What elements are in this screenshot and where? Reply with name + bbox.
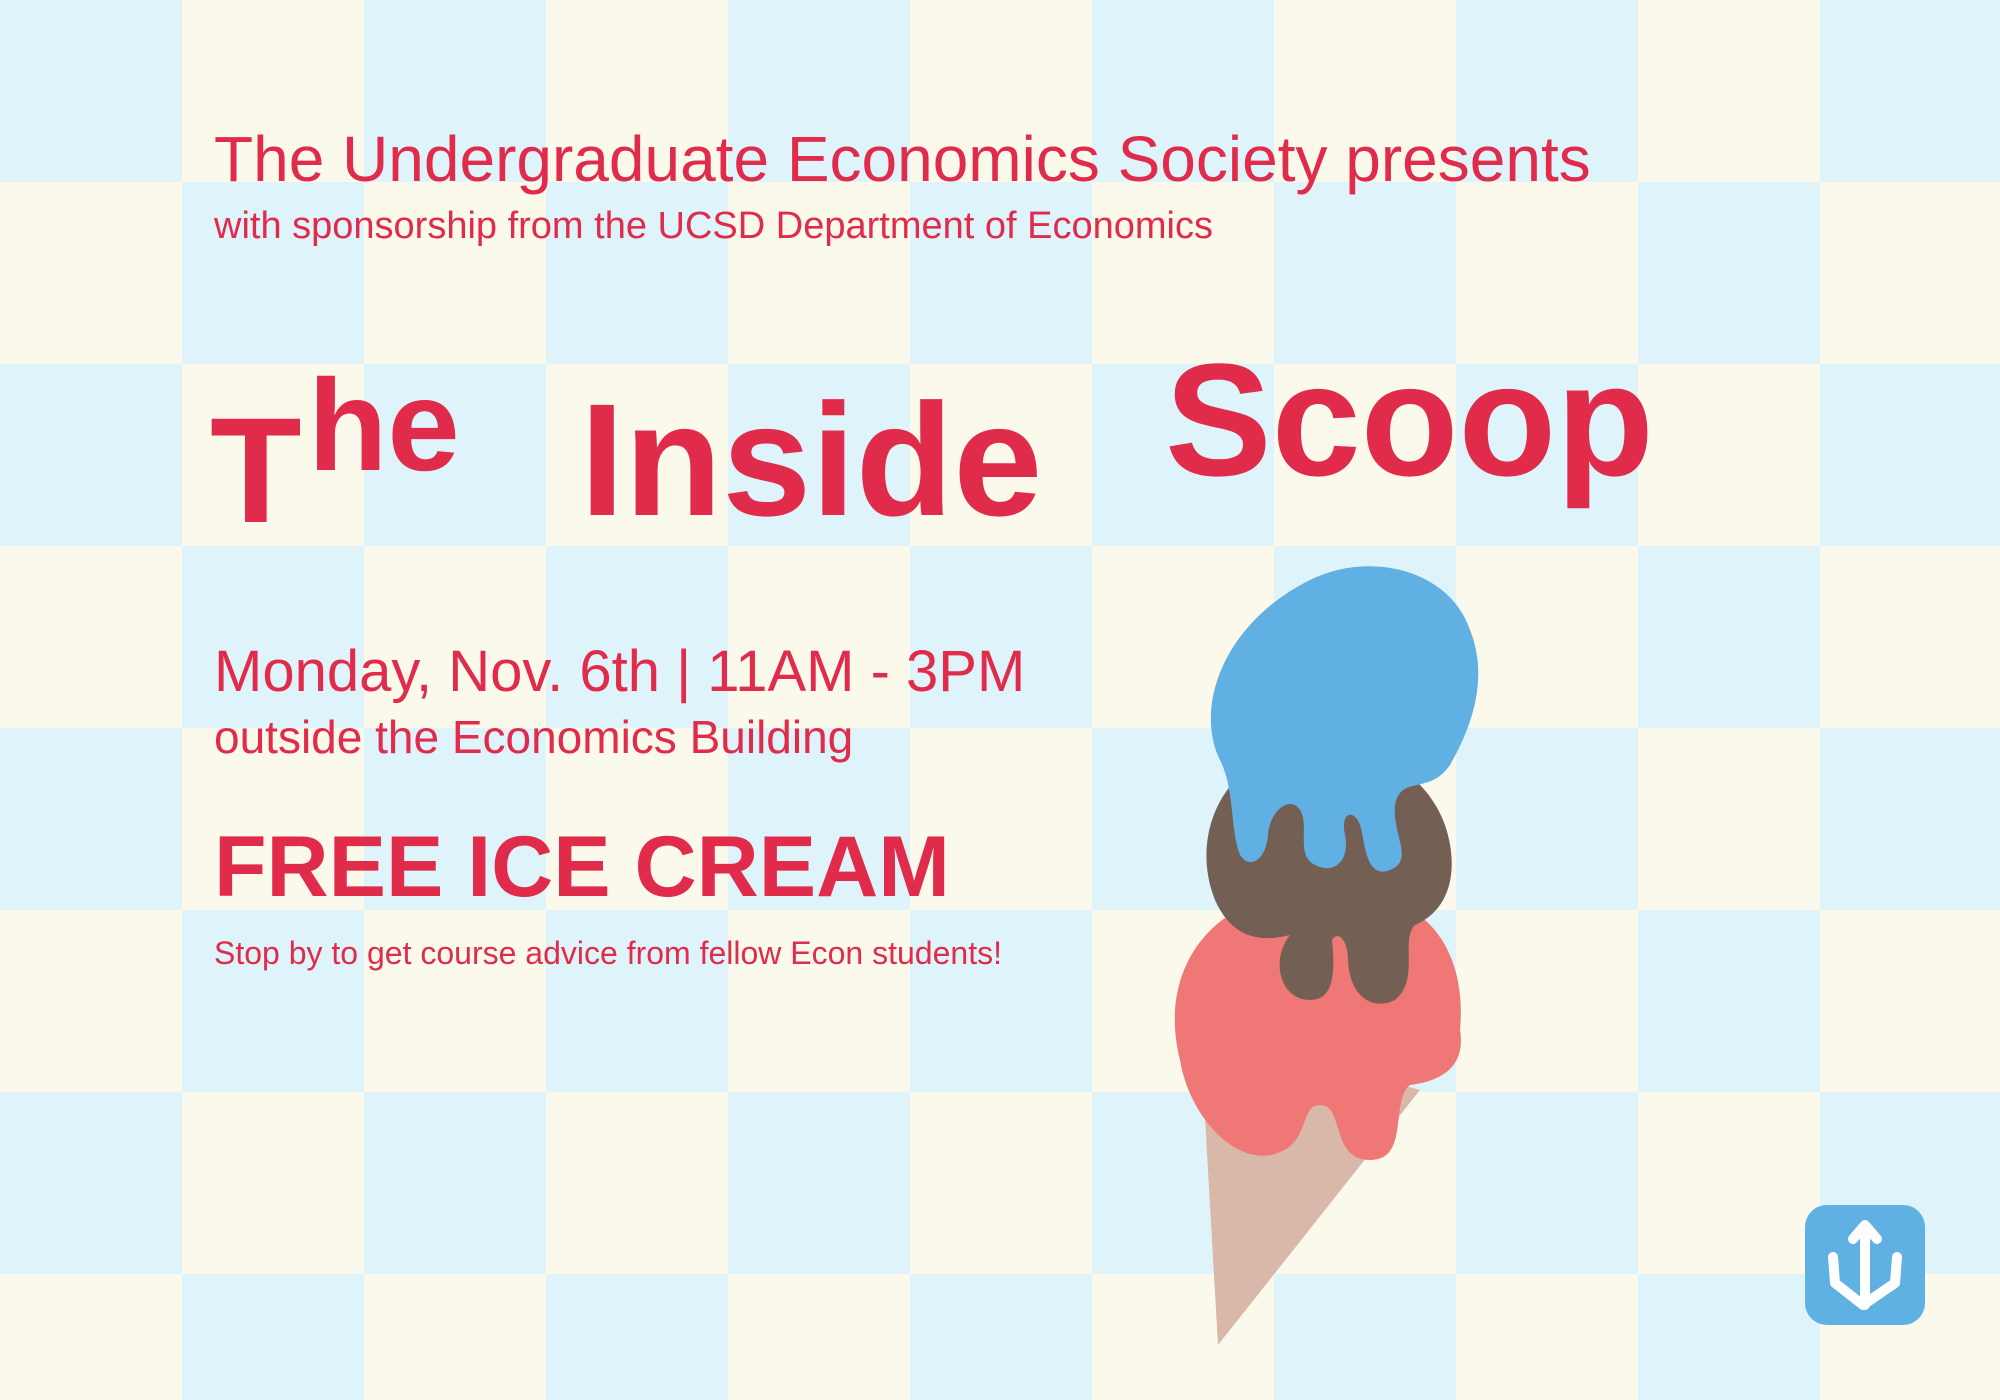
ice-cream-cone-icon bbox=[1174, 566, 1479, 1345]
event-location: outside the Economics Building bbox=[214, 711, 854, 763]
title-word-inside: Inside bbox=[580, 370, 1043, 549]
title-letter-t: T bbox=[210, 386, 302, 554]
title-letters-he: he bbox=[308, 352, 460, 498]
presenter-line: The Undergraduate Economics Society pres… bbox=[214, 123, 1591, 195]
event-title: T he Inside Scoop bbox=[210, 340, 1710, 560]
free-ice-cream-headline: FREE ICE CREAM bbox=[214, 819, 950, 915]
trident-icon bbox=[1805, 1205, 1925, 1325]
sponsor-line: with sponsorship from the UCSD Departmen… bbox=[214, 205, 1213, 247]
event-poster: The Undergraduate Economics Society pres… bbox=[0, 0, 2000, 1400]
title-word-scoop: Scoop bbox=[1165, 330, 1654, 509]
event-tagline: Stop by to get course advice from fellow… bbox=[214, 935, 1002, 971]
event-datetime: Monday, Nov. 6th | 11AM - 3PM bbox=[214, 639, 1026, 704]
